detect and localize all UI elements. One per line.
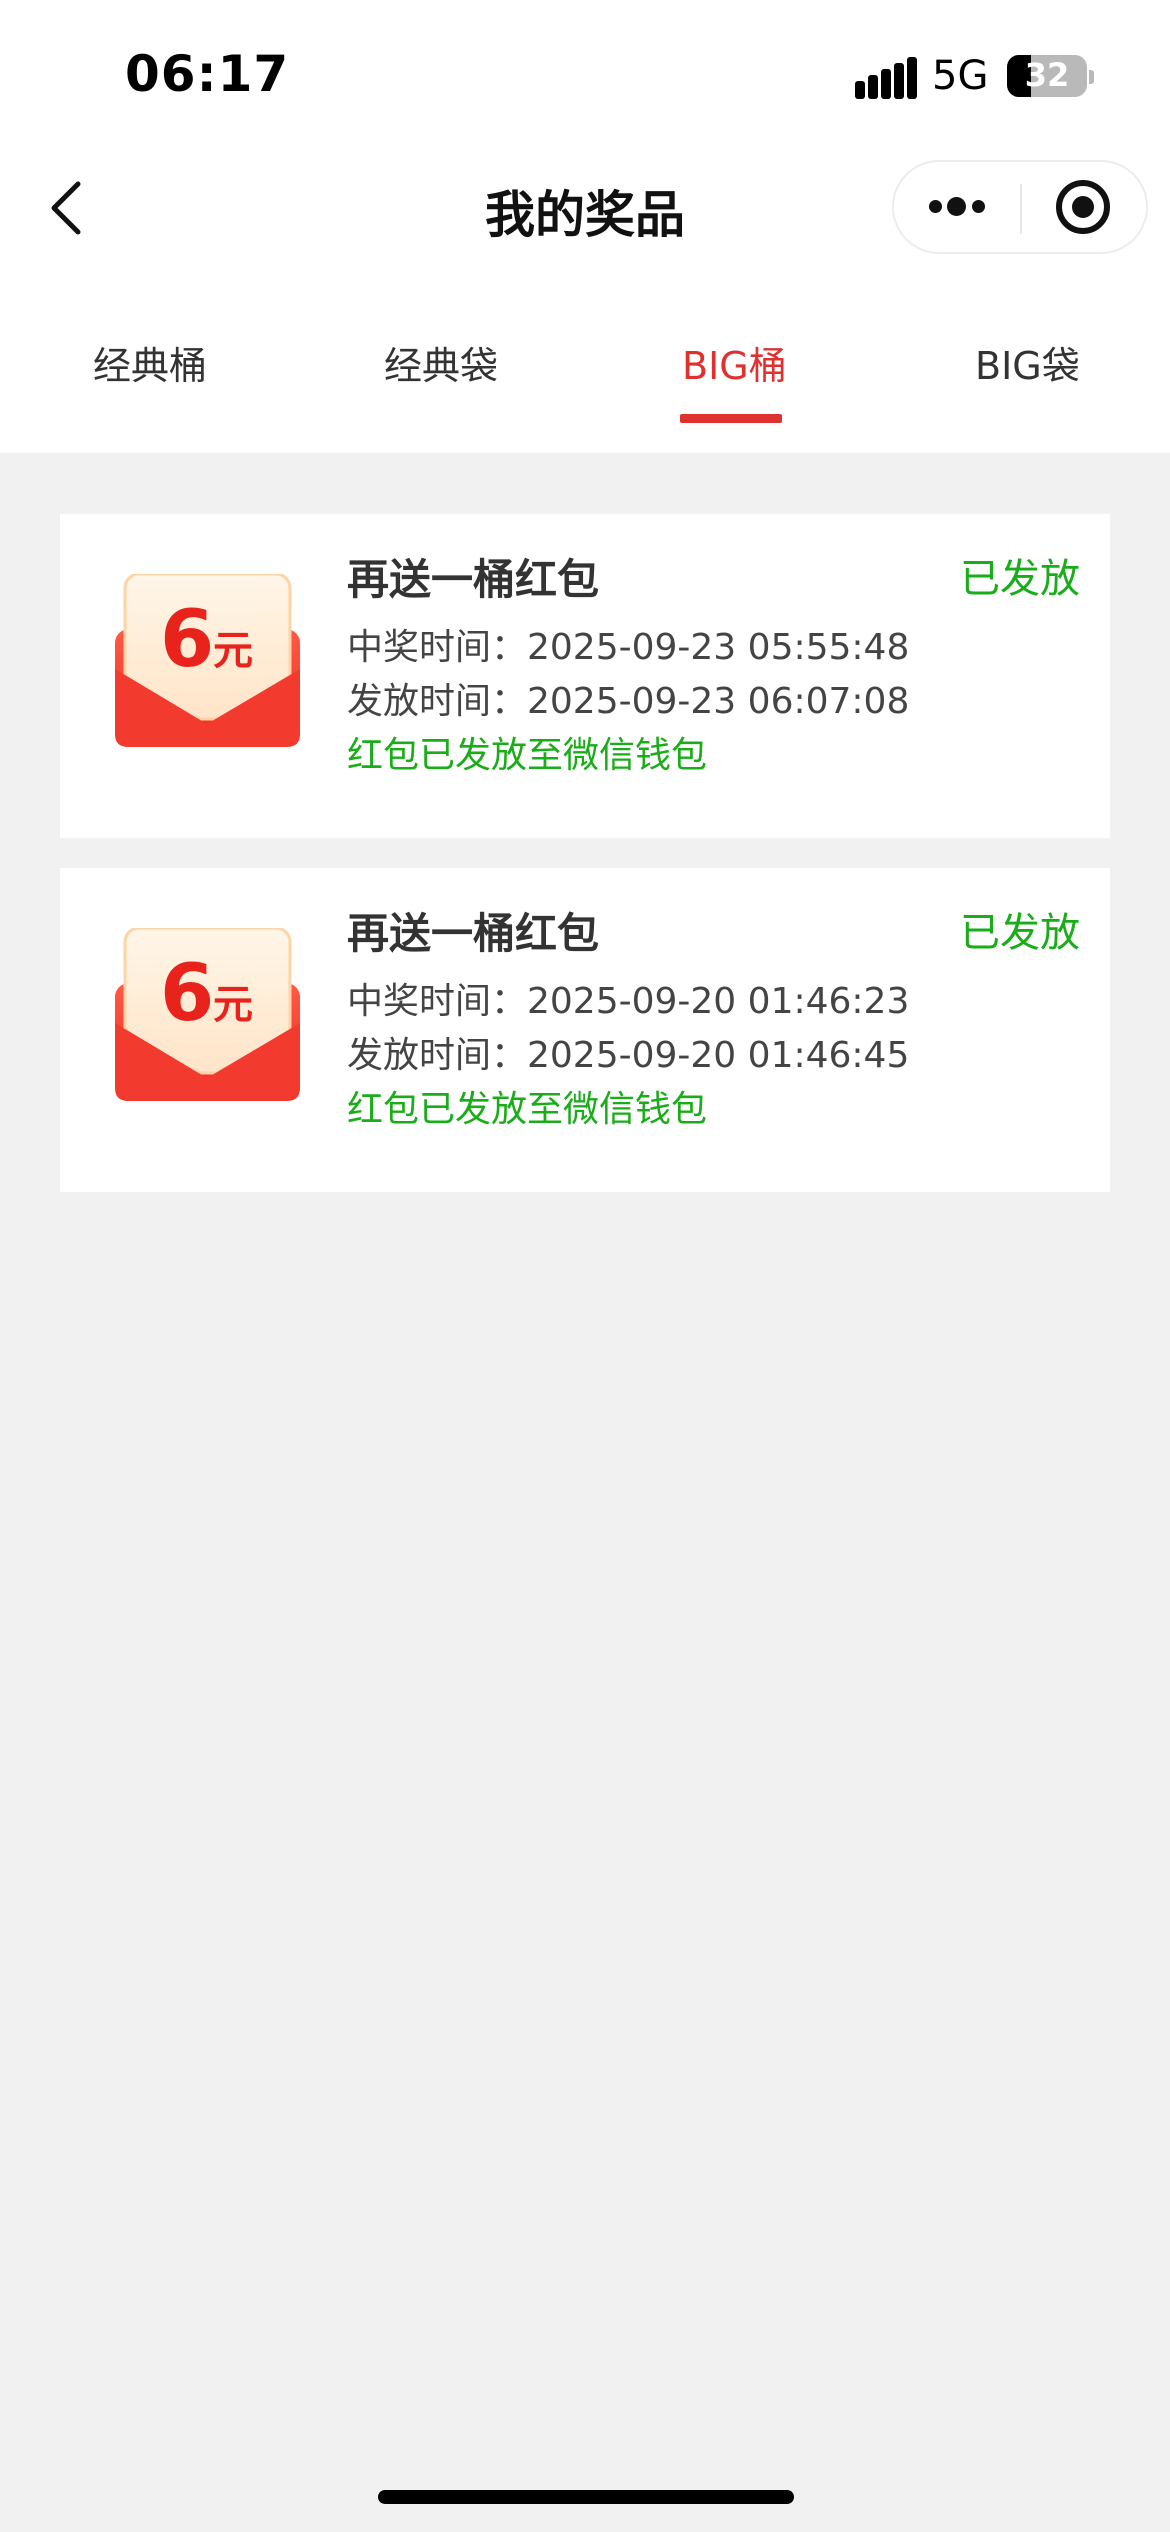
more-button[interactable]: [894, 162, 1020, 252]
tab-classic-bucket[interactable]: 经典桶: [93, 335, 207, 390]
prize-card[interactable]: 6 元 再送一桶红包 已发放 中奖时间：2025-09-20 01:46:23 …: [60, 868, 1110, 1192]
svg-text:6: 6: [160, 595, 214, 685]
active-tab-indicator: [680, 414, 782, 423]
status-time: 06:17: [125, 45, 290, 103]
tab-big-bucket[interactable]: BIG桶: [682, 335, 787, 390]
prize-status: 已发放: [960, 556, 1080, 602]
more-dots-icon-center: [947, 197, 966, 216]
battery-cap: [1089, 70, 1094, 84]
prize-card[interactable]: 6 元 再送一桶红包 已发放 中奖时间：2025-09-23 05:55:48 …: [60, 514, 1110, 838]
svg-text:6: 6: [160, 949, 214, 1039]
red-envelope-icon: 6 元: [115, 574, 300, 747]
tab-big-bag[interactable]: BIG袋: [975, 335, 1080, 390]
prize-status: 已发放: [960, 910, 1080, 956]
svg-text:元: 元: [213, 628, 253, 674]
prize-title: 再送一桶红包: [347, 555, 600, 604]
tab-classic-bag[interactable]: 经典袋: [384, 335, 498, 390]
prize-page: 06:17 5G 32 我的奖品 经典桶 经典袋 BIG桶 BIG袋 6 元 再…: [0, 0, 1170, 2532]
battery-icon: 32: [1007, 55, 1087, 97]
svg-text:元: 元: [213, 982, 253, 1028]
issue-time: 发放时间：2025-09-23 06:07:08: [347, 681, 910, 722]
prize-note: 红包已发放至微信钱包: [347, 735, 708, 776]
header-area: 06:17 5G 32 我的奖品 经典桶 经典袋 BIG桶 BIG袋: [0, 0, 1170, 453]
more-dots-icon-right: [972, 200, 985, 213]
issue-time: 发放时间：2025-09-20 01:46:45: [347, 1035, 910, 1076]
prize-note: 红包已发放至微信钱包: [347, 1089, 708, 1130]
target-circle-icon-dot: [1072, 196, 1094, 218]
more-dots-icon: [929, 200, 942, 213]
battery-level: 32: [1024, 56, 1070, 94]
red-envelope-icon: 6 元: [115, 928, 300, 1101]
mini-program-capsule: [892, 160, 1148, 254]
win-time: 中奖时间：2025-09-23 05:55:48: [347, 627, 910, 668]
win-time: 中奖时间：2025-09-20 01:46:23: [347, 981, 910, 1022]
prize-title: 再送一桶红包: [347, 909, 600, 958]
home-indicator[interactable]: [378, 2490, 794, 2504]
close-mini-program-button[interactable]: [1022, 162, 1148, 252]
network-type: 5G: [932, 53, 989, 99]
cellular-signal-icon: [855, 57, 917, 99]
